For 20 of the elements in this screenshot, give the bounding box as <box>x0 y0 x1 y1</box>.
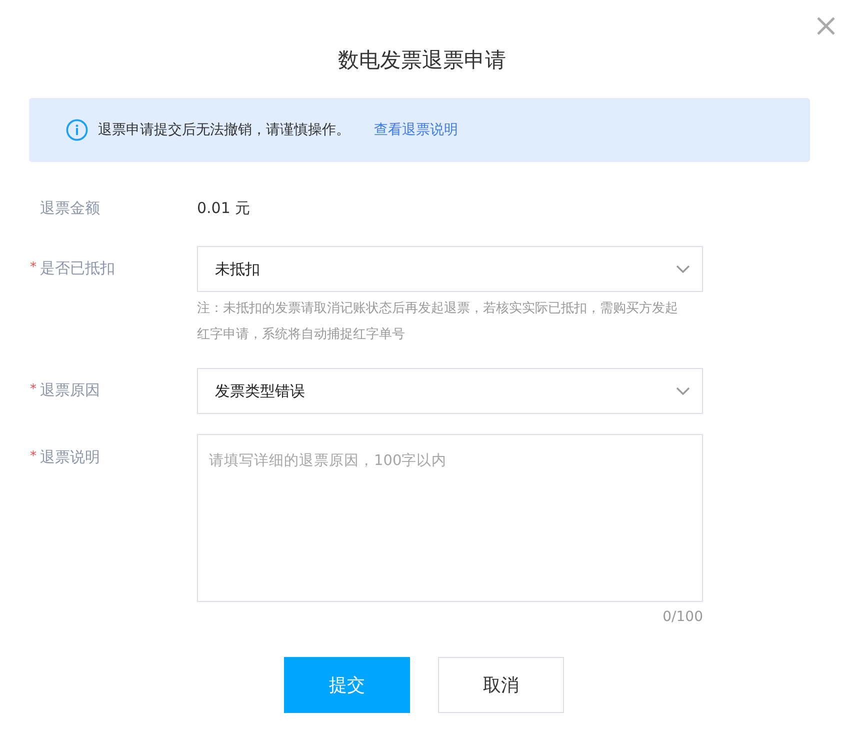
field-label: 退票原因 <box>40 380 100 400</box>
required-mark: * <box>30 448 38 466</box>
description-field[interactable]: 请填写详细的退票原因，100字以内 <box>197 434 703 602</box>
required-mark: * <box>30 259 38 277</box>
dialog-title: 数电发票退票申请 <box>338 48 506 72</box>
required-mark: * <box>30 381 38 399</box>
field-label: 退票说明 <box>40 447 100 467</box>
char-counter: 0/100 <box>662 609 703 625</box>
chevron-down-icon <box>676 387 690 395</box>
alert-message: 退票申请提交后无法撤销，请谨慎操作。 <box>98 121 350 139</box>
select-field[interactable]: 发票类型错误 <box>197 368 703 414</box>
field-label: 是否已抵扣 <box>40 258 115 278</box>
select-field[interactable]: 未抵扣 <box>197 246 703 292</box>
field-label: 退票金额 <box>40 198 100 218</box>
chevron-down-icon <box>676 265 690 273</box>
info-icon <box>66 119 88 141</box>
cancel-button[interactable]: 取消 <box>438 657 564 713</box>
close-icon[interactable] <box>816 16 836 36</box>
amount-value: 0.01 元 <box>197 199 250 217</box>
field-note: 注：未抵扣的发票请取消记账状态后再发起退票，若核实实际已抵扣，需购买方发起红字申请，系统将自动捕捉红字单号 <box>197 300 679 344</box>
